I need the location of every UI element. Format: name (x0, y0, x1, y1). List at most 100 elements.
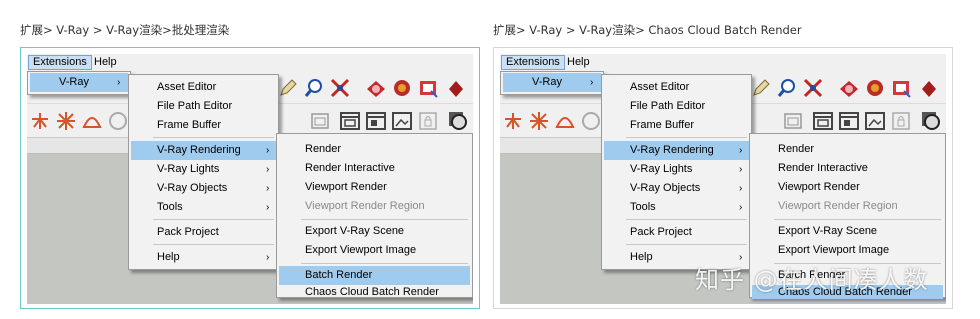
menu-item-vray-objects[interactable]: V-Ray Objects › (604, 179, 749, 198)
menu-item-render[interactable]: Render (752, 140, 943, 159)
menu-item-file-path-editor[interactable]: File Path Editor (131, 97, 276, 116)
chevron-right-icon: › (739, 164, 743, 175)
menu-extensions[interactable]: Extensions (501, 55, 565, 70)
menu-item-vray-rendering[interactable]: V-Ray Rendering › (604, 141, 749, 160)
omni-light-icon[interactable] (55, 110, 77, 132)
vray-frame-buffer-icon[interactable] (417, 77, 439, 99)
menu-item-tools[interactable]: Tools › (604, 198, 749, 217)
menu-item-pack-project[interactable]: Pack Project (604, 223, 749, 242)
image-export-icon[interactable] (391, 110, 413, 132)
menu-item-vray[interactable]: V-Ray › (503, 73, 601, 92)
lock-icon[interactable] (417, 110, 439, 132)
export-scene-icon[interactable] (339, 110, 361, 132)
menu-item-export-viewport-image[interactable]: Export Viewport Image (752, 241, 943, 260)
vray-light-icon[interactable] (445, 77, 467, 99)
vray-submenu: Asset Editor File Path Editor Frame Buff… (601, 74, 752, 270)
menu-item-render-interactive[interactable]: Render Interactive (279, 159, 470, 178)
menu-bar: Extensions Help (500, 54, 946, 71)
menu-item-tools[interactable]: Tools › (131, 198, 276, 217)
menu-item-vray-objects[interactable]: V-Ray Objects › (131, 179, 276, 198)
menu-separator (626, 137, 747, 138)
menu-extensions[interactable]: Extensions (28, 55, 92, 70)
menu-help[interactable]: Help (563, 55, 594, 70)
menu-item-viewport-render-region: Viewport Render Region (778, 200, 898, 212)
menu-item-viewport-render[interactable]: Viewport Render (752, 178, 943, 197)
mesh-light-icon[interactable] (580, 110, 602, 132)
menu-item-vray-lights[interactable]: V-Ray Lights › (131, 160, 276, 179)
menu-separator (301, 263, 468, 264)
menu-item-help[interactable]: Help › (131, 248, 276, 267)
menu-item-export-viewport-image[interactable]: Export Viewport Image (279, 241, 470, 260)
vray-interactive-icon[interactable] (864, 77, 886, 99)
zoom-extents-icon[interactable] (802, 77, 824, 99)
vray-frame-buffer-icon[interactable] (890, 77, 912, 99)
vray-light-icon[interactable] (918, 77, 940, 99)
dome-light-icon[interactable] (81, 110, 103, 132)
vray-submenu: Asset Editor File Path Editor Frame Buff… (128, 74, 279, 270)
extensions-dropdown: V-Ray › (500, 71, 604, 95)
menu-item-asset-editor[interactable]: Asset Editor (604, 78, 749, 97)
sketchup-window: Extensions Help V-Ray › Asset Editor Fil… (500, 54, 946, 304)
caption-left: 扩展> V-Ray > V-Ray渲染>批处理渲染 (20, 23, 230, 37)
watermark-text: 知乎 @在人间凑人数 (695, 266, 929, 294)
proxy-icon[interactable] (309, 110, 331, 132)
vray-render-icon[interactable] (838, 77, 860, 99)
omni-light-icon[interactable] (528, 110, 550, 132)
screenshot-panel-batch-render: Extensions Help V-Ray › Asset Editor Fil… (20, 47, 480, 309)
menu-separator (153, 244, 274, 245)
chevron-right-icon: › (266, 183, 270, 194)
viewport-render-icon[interactable] (838, 110, 860, 132)
menu-item-viewport-render[interactable]: Viewport Render (279, 178, 470, 197)
sun-light-icon[interactable] (502, 110, 524, 132)
sketchup-window: Extensions Help V-Ray › Asset Editor Fil… (27, 54, 473, 304)
chevron-right-icon: › (266, 252, 270, 263)
chevron-right-icon: › (739, 145, 743, 156)
viewport-render-icon[interactable] (365, 110, 387, 132)
lock-icon[interactable] (890, 110, 912, 132)
zoom-icon[interactable] (303, 77, 325, 99)
menu-item-export-vray-scene[interactable]: Export V-Ray Scene (752, 222, 943, 241)
menu-item-batch-render[interactable]: Batch Render (279, 266, 470, 285)
vray-rendering-submenu: Render Render Interactive Viewport Rende… (276, 133, 473, 298)
zoom-icon[interactable] (776, 77, 798, 99)
menu-item-export-vray-scene[interactable]: Export V-Ray Scene (279, 222, 470, 241)
menu-item-frame-buffer[interactable]: Frame Buffer (604, 116, 749, 135)
menu-item-viewport-render-region: Viewport Render Region (305, 200, 425, 212)
menu-item-pack-project[interactable]: Pack Project (131, 223, 276, 242)
menu-separator (626, 219, 747, 220)
export-scene-icon[interactable] (812, 110, 834, 132)
menu-separator (626, 244, 747, 245)
menu-item-vray-lights[interactable]: V-Ray Lights › (604, 160, 749, 179)
screenshot-panel-chaos-cloud: Extensions Help V-Ray › Asset Editor Fil… (493, 47, 953, 309)
image-export-icon[interactable] (864, 110, 886, 132)
vray-interactive-icon[interactable] (391, 77, 413, 99)
menu-item-asset-editor[interactable]: Asset Editor (131, 78, 276, 97)
menu-item-file-path-editor[interactable]: File Path Editor (604, 97, 749, 116)
pencil-icon[interactable] (277, 77, 299, 99)
chevron-right-icon: › (117, 77, 121, 88)
menu-item-render-interactive[interactable]: Render Interactive (752, 159, 943, 178)
menu-separator (774, 219, 941, 220)
zoom-extents-icon[interactable] (329, 77, 351, 99)
menu-bar: Extensions Help (27, 54, 473, 71)
mesh-light-icon[interactable] (107, 110, 129, 132)
menu-separator (301, 219, 468, 220)
dome-light-icon[interactable] (554, 110, 576, 132)
vray-render-icon[interactable] (365, 77, 387, 99)
menu-item-frame-buffer[interactable]: Frame Buffer (131, 116, 276, 135)
vray-dark-icon[interactable] (447, 110, 469, 132)
vray-dark-icon[interactable] (920, 110, 942, 132)
menu-item-render[interactable]: Render (279, 140, 470, 159)
menu-help[interactable]: Help (90, 55, 121, 70)
chevron-right-icon: › (266, 164, 270, 175)
menu-separator (153, 219, 274, 220)
menu-item-vray[interactable]: V-Ray › (30, 73, 128, 92)
proxy-icon[interactable] (782, 110, 804, 132)
chevron-right-icon: › (266, 145, 270, 156)
pencil-icon[interactable] (750, 77, 772, 99)
chevron-right-icon: › (739, 183, 743, 194)
menu-item-vray-rendering[interactable]: V-Ray Rendering › (131, 141, 276, 160)
menu-item-chaos-cloud-batch-render[interactable]: Chaos Cloud Batch Render (279, 285, 470, 299)
chevron-right-icon: › (266, 202, 270, 213)
sun-light-icon[interactable] (29, 110, 51, 132)
